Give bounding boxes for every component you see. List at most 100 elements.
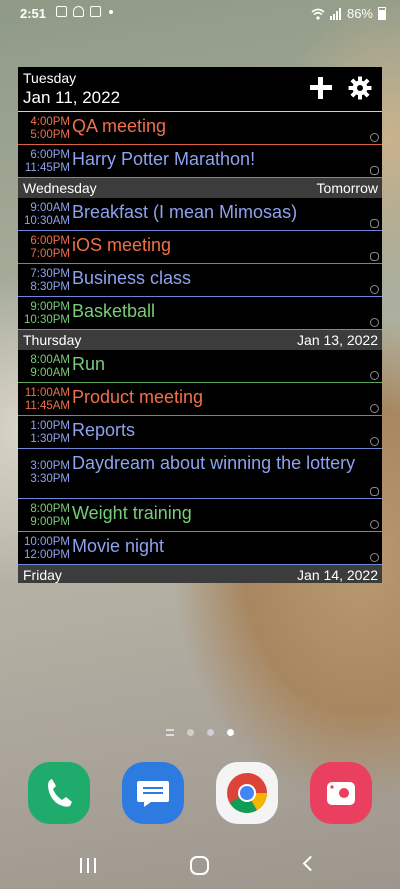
- event-times: 8:00PM 9:00PM: [18, 503, 70, 528]
- camera-icon: [327, 782, 355, 805]
- repeat-icon: [370, 133, 379, 142]
- event-title: QA meeting: [72, 116, 167, 136]
- event-start: 8:00PM: [30, 503, 70, 515]
- event-times: 3:00PM 3:30PM: [18, 460, 70, 485]
- messages-icon: [137, 781, 169, 807]
- event-row[interactable]: 8:00AM 9:00AM Run: [18, 350, 382, 383]
- recents-icon[interactable]: [80, 858, 96, 873]
- system-icons: 86%: [311, 6, 386, 21]
- event-end: 12:00PM: [23, 548, 70, 561]
- event-end: 11:45PM: [24, 161, 70, 174]
- weather-icon: [73, 6, 84, 17]
- app-dock: [0, 762, 400, 826]
- home-icon[interactable]: [190, 856, 209, 875]
- event-row[interactable]: 11:00AM 11:45AM Product meeting: [18, 383, 382, 416]
- event-row[interactable]: 6:00PM 7:00PM iOS meeting: [18, 231, 382, 264]
- event-start: 9:00PM: [30, 301, 70, 313]
- signal-icon: [329, 7, 341, 20]
- event-title: Reports: [72, 420, 136, 440]
- page-dot-active: [227, 729, 234, 736]
- event-end: 10:30PM: [23, 313, 70, 326]
- day-relative: Tomorrow: [316, 180, 378, 196]
- messages-app[interactable]: [122, 762, 184, 824]
- page-list-icon: [166, 729, 174, 736]
- calendar-icon: [90, 6, 101, 17]
- event-title: Movie night: [72, 536, 165, 556]
- gear-icon[interactable]: [348, 76, 372, 100]
- event-row[interactable]: 9:00PM 10:30PM Basketball: [18, 297, 382, 330]
- event-times: 7:30PM 8:30PM: [18, 268, 70, 293]
- notification-icons: [56, 6, 113, 17]
- event-start: 8:00AM: [30, 354, 70, 366]
- day-label: Wednesday: [23, 180, 97, 196]
- event-row[interactable]: 10:00PM 12:00PM Movie night: [18, 532, 382, 565]
- day-date: Jan 14, 2022: [297, 567, 378, 583]
- header-date[interactable]: Jan 11, 2022: [23, 88, 120, 108]
- event-start: 7:30PM: [30, 268, 70, 280]
- image-icon: [56, 6, 67, 17]
- event-times: 8:00AM 9:00AM: [18, 354, 70, 379]
- event-end: 1:30PM: [30, 432, 70, 445]
- alarm-icon: [370, 166, 379, 175]
- navigation-bar: [0, 845, 400, 889]
- wifi-icon: [311, 8, 325, 20]
- battery-percent: 86%: [346, 6, 373, 21]
- event-end: 8:30PM: [30, 280, 70, 293]
- event-times: 9:00AM 10:30AM: [18, 202, 70, 227]
- chrome-app[interactable]: [216, 762, 278, 824]
- event-start: 4:00PM: [30, 116, 70, 128]
- day-date: Jan 13, 2022: [297, 332, 378, 348]
- event-end: 7:00PM: [30, 247, 70, 260]
- event-end: 3:30PM: [30, 472, 70, 485]
- event-times: 11:00AM 11:45AM: [18, 387, 70, 412]
- repeat-icon: [370, 285, 379, 294]
- repeat-icon: [370, 520, 379, 529]
- page-indicator[interactable]: [166, 729, 234, 736]
- event-start: 10:00PM: [23, 536, 70, 548]
- event-end: 9:00AM: [30, 366, 70, 379]
- event-title: Harry Potter Marathon!: [72, 149, 256, 169]
- event-title: Product meeting: [72, 387, 204, 407]
- event-title: Breakfast (I mean Mimosas): [72, 202, 298, 222]
- day-label: Friday: [23, 567, 62, 583]
- event-times: 6:00PM 11:45PM: [18, 149, 70, 174]
- repeat-icon: [370, 437, 379, 446]
- status-time: 2:51: [20, 6, 47, 21]
- event-times: 10:00PM 12:00PM: [18, 536, 70, 561]
- event-row[interactable]: 8:00PM 9:00PM Weight training: [18, 499, 382, 532]
- back-icon[interactable]: [302, 855, 319, 872]
- status-bar: 2:51 86%: [0, 0, 400, 28]
- repeat-icon: [370, 553, 379, 562]
- calendar-widget[interactable]: Tuesday Jan 11, 2022 4:00PM 5:00PM QA me…: [18, 67, 382, 583]
- event-title: Weight training: [72, 503, 192, 523]
- day-label: Thursday: [23, 332, 82, 348]
- battery-icon: [378, 7, 386, 20]
- event-end: 5:00PM: [30, 128, 70, 141]
- page-dot: [207, 729, 214, 736]
- event-row[interactable]: 3:00PM 3:30PM Daydream about winning the…: [18, 449, 382, 499]
- alarm-icon: [370, 252, 379, 261]
- event-start: 1:00PM: [30, 420, 70, 432]
- dot-icon: [109, 9, 113, 14]
- chrome-icon: [227, 773, 267, 813]
- header-weekday: Tuesday: [23, 70, 77, 86]
- page-dot: [187, 729, 194, 736]
- day-header-wednesday: Wednesday Tomorrow: [18, 178, 382, 198]
- plus-icon[interactable]: [308, 75, 334, 101]
- event-times: 1:00PM 1:30PM: [18, 420, 70, 445]
- phone-app[interactable]: [28, 762, 90, 824]
- event-row[interactable]: 9:00AM 10:30AM Breakfast (I mean Mimosas…: [18, 198, 382, 231]
- day-header-friday: Friday Jan 14, 2022: [18, 565, 382, 583]
- event-row[interactable]: 7:30PM 8:30PM Business class: [18, 264, 382, 297]
- widget-header: Tuesday Jan 11, 2022: [18, 67, 382, 112]
- camera-app[interactable]: [310, 762, 372, 824]
- event-row[interactable]: 1:00PM 1:30PM Reports: [18, 416, 382, 449]
- event-title: Daydream about winning the lottery: [72, 453, 356, 473]
- event-row[interactable]: 6:00PM 11:45PM Harry Potter Marathon!: [18, 145, 382, 178]
- event-row[interactable]: 4:00PM 5:00PM QA meeting: [18, 112, 382, 145]
- event-start: 9:00AM: [30, 202, 70, 214]
- event-title: iOS meeting: [72, 235, 172, 255]
- event-start: 6:00PM: [30, 235, 70, 247]
- event-start: 3:00PM: [30, 460, 70, 472]
- alarm-icon: [370, 487, 379, 496]
